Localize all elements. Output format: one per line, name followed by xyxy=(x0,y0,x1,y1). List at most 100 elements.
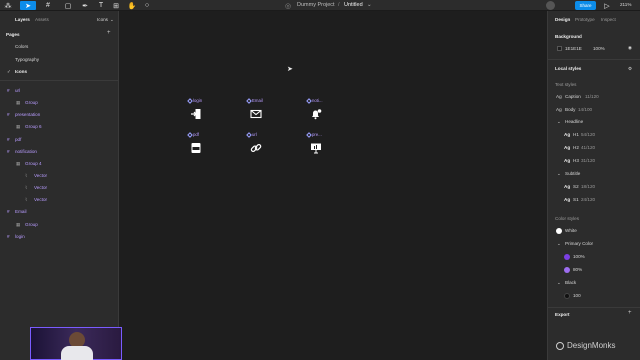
page-item-typography[interactable]: Typography xyxy=(15,57,39,62)
resources-icon[interactable]: ⊞ xyxy=(112,1,120,10)
chevron-down-icon[interactable]: ⌄ xyxy=(557,171,561,177)
text-style-s2[interactable]: S2 xyxy=(573,184,579,189)
comment-tool-icon[interactable]: ○ xyxy=(143,1,151,10)
text-style-body[interactable]: Body xyxy=(565,107,575,112)
group-icon: ▦ xyxy=(16,161,21,166)
component-icon xyxy=(246,132,252,138)
primary-color-group[interactable]: Primary Color xyxy=(565,241,593,246)
layer-row[interactable]: Email xyxy=(15,209,27,214)
file-name[interactable]: Untitled xyxy=(344,2,363,8)
shape-tool-icon[interactable]: ▢ xyxy=(63,1,73,10)
frame-tool-icon[interactable]: # xyxy=(43,1,53,10)
chevron-down-icon[interactable]: ⌄ xyxy=(110,17,114,23)
color-style-white[interactable]: White xyxy=(565,228,577,233)
tab-assets[interactable]: Assets xyxy=(35,17,49,22)
bell-icon[interactable] xyxy=(310,108,322,120)
icon-label-notification[interactable]: noti... xyxy=(312,98,323,103)
layer-row[interactable]: login xyxy=(15,234,25,239)
text-style-h1[interactable]: H1 xyxy=(573,132,579,137)
eye-icon[interactable]: ◉ xyxy=(628,45,632,51)
style-settings-icon[interactable]: ⚙ xyxy=(628,66,632,72)
layer-row[interactable]: Vector xyxy=(34,173,47,178)
layer-row[interactable]: Vector xyxy=(34,197,47,202)
project-name[interactable]: Dummy Project xyxy=(297,2,335,8)
text-tool-icon[interactable]: T xyxy=(97,1,105,10)
color-swatch-primary-100 xyxy=(564,254,570,260)
icon-label-email[interactable]: Email xyxy=(252,98,263,103)
color-style-primary-80[interactable]: 80% xyxy=(573,267,582,272)
export-heading[interactable]: Export xyxy=(555,312,570,317)
brand-watermark: DesignMonks xyxy=(556,341,615,350)
black-group[interactable]: Black xyxy=(565,280,576,285)
text-style-spec: 31/120 xyxy=(581,158,596,163)
tab-inspect[interactable]: Inspect xyxy=(601,17,616,22)
text-style-h2[interactable]: H2 xyxy=(573,145,579,150)
layer-row[interactable]: Vector xyxy=(34,185,47,190)
pdf-icon[interactable] xyxy=(190,142,202,154)
group-icon: ▦ xyxy=(16,124,21,129)
add-export-icon[interactable]: + xyxy=(628,310,632,316)
page-item-icons[interactable]: Icons xyxy=(15,69,27,74)
layer-row[interactable]: Group xyxy=(25,100,38,105)
color-style-primary-100[interactable]: 100% xyxy=(573,254,585,259)
text-style-preview: Ag xyxy=(564,158,571,163)
pen-tool-icon[interactable]: ✒ xyxy=(80,1,90,10)
avatar[interactable] xyxy=(546,1,555,10)
layer-row[interactable]: pdf xyxy=(15,137,21,142)
add-page-icon[interactable]: + xyxy=(107,30,111,36)
chevron-down-icon[interactable]: ⌄ xyxy=(557,119,561,125)
icon-label-pdf[interactable]: pdf xyxy=(193,132,199,137)
brand-logo-icon xyxy=(556,341,564,350)
text-style-h3[interactable]: H3 xyxy=(573,158,579,163)
bg-color-swatch[interactable] xyxy=(557,46,562,51)
page-item-colors[interactable]: Colors xyxy=(15,44,28,49)
chevron-down-icon[interactable]: ⌄ xyxy=(557,241,561,247)
text-style-s1[interactable]: S1 xyxy=(573,197,579,202)
group-icon: ▦ xyxy=(16,222,21,227)
layer-row[interactable]: Group 6 xyxy=(25,124,42,129)
chevron-down-icon[interactable]: ⌄ xyxy=(367,2,372,8)
subtitle-group[interactable]: Subtitle xyxy=(565,171,580,176)
cursor-icon: ➤ xyxy=(287,66,293,73)
chevron-down-icon[interactable]: ⌄ xyxy=(557,280,561,286)
login-icon[interactable] xyxy=(190,108,202,120)
main-menu-icon[interactable]: ⁂ xyxy=(4,1,12,10)
icon-label-url[interactable]: url xyxy=(252,132,257,137)
email-icon[interactable] xyxy=(250,108,262,120)
link-icon[interactable] xyxy=(250,142,262,154)
text-style-spec: 41/120 xyxy=(581,145,596,150)
background-heading: Background xyxy=(555,34,582,39)
presentation-icon[interactable] xyxy=(310,142,322,154)
layer-row[interactable]: Group 4 xyxy=(25,161,42,166)
move-tool-icon[interactable]: ➤ xyxy=(20,1,36,10)
bg-opacity-input[interactable]: 100% xyxy=(593,46,605,51)
pages-heading: Pages xyxy=(6,32,20,37)
layer-row[interactable]: url xyxy=(15,88,20,93)
share-button[interactable]: Share xyxy=(575,1,596,10)
color-style-black-100[interactable]: 100 xyxy=(573,293,581,298)
vector-icon: ⌇ xyxy=(25,185,28,190)
bg-hex-input[interactable]: 1E1E1E xyxy=(565,46,582,51)
text-style-preview: Ag xyxy=(564,132,571,137)
tab-layers[interactable]: Layers xyxy=(15,17,30,22)
webcam-overlay xyxy=(30,327,122,360)
zoom-level[interactable]: 211% xyxy=(620,2,631,7)
color-styles-heading: Color styles xyxy=(555,216,579,221)
page-selector[interactable]: Icons xyxy=(97,17,108,22)
hand-tool-icon[interactable]: ✋ xyxy=(128,1,137,10)
tab-prototype[interactable]: Prototype xyxy=(575,17,595,22)
text-style-preview: Ag xyxy=(564,197,571,202)
layer-row[interactable]: notification xyxy=(15,149,37,154)
local-styles-heading: Local styles xyxy=(555,66,582,71)
tab-design[interactable]: Design xyxy=(555,17,570,22)
icon-label-presentation[interactable]: pre... xyxy=(312,132,322,137)
layer-row[interactable]: Group xyxy=(25,222,38,227)
headline-group[interactable]: Headline xyxy=(565,119,583,124)
component-icon xyxy=(187,98,193,104)
canvas[interactable]: ➤ login Email noti... pdf url pre... xyxy=(120,11,547,360)
icon-label-login[interactable]: login xyxy=(193,98,202,103)
present-icon[interactable]: ▷ xyxy=(603,1,611,10)
layer-row[interactable]: presentation xyxy=(15,112,40,117)
text-style-caption[interactable]: Caption xyxy=(565,94,581,99)
text-style-spec: 54/120 xyxy=(581,132,596,137)
